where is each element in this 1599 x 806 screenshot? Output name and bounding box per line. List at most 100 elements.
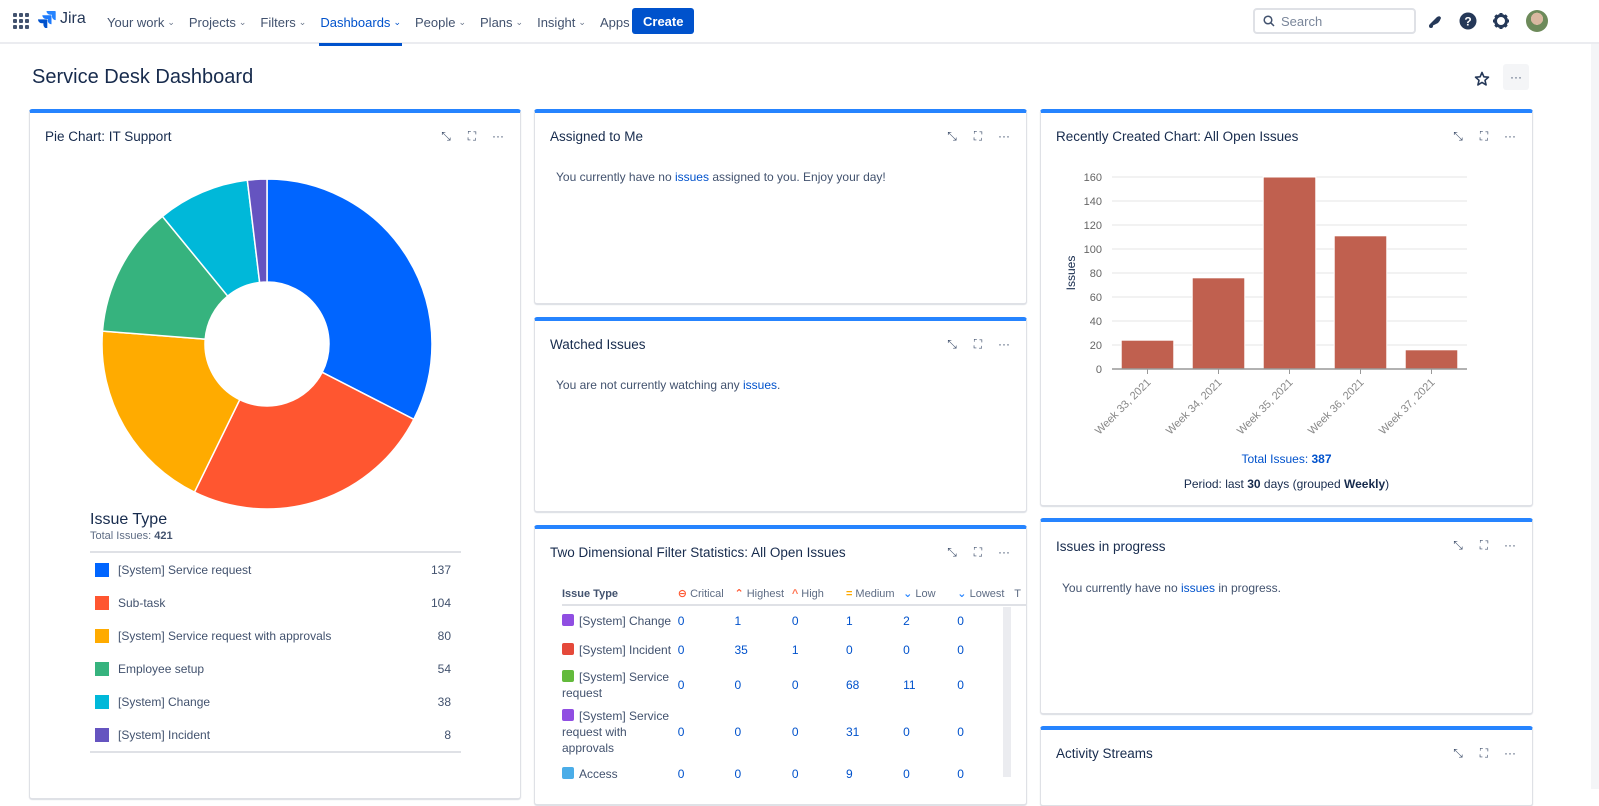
count-cell[interactable]: 1 [734,605,791,635]
count-cell[interactable]: 0 [734,759,791,789]
count-cell[interactable]: 0 [846,635,903,665]
count-cell[interactable]: 0 [792,665,846,705]
issue-type-label[interactable]: [System] Incident [579,643,671,657]
count-cell[interactable]: 31 [846,705,903,759]
search-input[interactable] [1281,13,1401,29]
minimize-icon[interactable]: ⤡ [944,128,960,144]
minimize-icon[interactable]: ⤡ [1450,128,1466,144]
jira-logo[interactable]: Jira [38,10,86,28]
column-header-medium[interactable]: = Medium [845,583,904,606]
count-cell[interactable]: 9 [846,759,903,789]
settings-icon[interactable] [1491,11,1511,31]
minimize-icon[interactable]: ⤡ [944,336,960,352]
bar[interactable] [1404,349,1459,370]
column-header-critical[interactable]: ⊖ Critical [677,583,735,606]
table-row: [System] Service request with approvals 0… [562,705,1026,759]
more-icon[interactable]: ··· [996,544,1012,560]
count-cell[interactable]: 0 [678,705,735,759]
minimize-icon[interactable]: ⤡ [944,544,960,560]
count-cell[interactable]: 11 [903,665,957,705]
expand-icon[interactable]: ⛶ [970,336,986,352]
bar[interactable] [1262,176,1317,370]
chart-total[interactable]: Total Issues: 387 [1041,452,1532,466]
column-header-lowest[interactable]: ⌄ Lowest [957,583,1015,606]
count-cell[interactable]: 2 [903,605,957,635]
count-cell[interactable]: 0 [678,605,735,635]
count-cell[interactable]: 0 [678,635,735,665]
minimize-icon[interactable]: ⤡ [1450,745,1466,761]
column-header-issue-type[interactable]: Issue Type [562,583,678,606]
legend-item[interactable]: [System] Service request 137 [90,553,461,586]
more-icon[interactable]: ··· [996,336,1012,352]
expand-icon[interactable]: ⛶ [970,128,986,144]
notifications-icon[interactable] [1425,11,1445,31]
column-header-t[interactable]: T [1014,583,1026,606]
issues-link[interactable]: issues [675,170,709,184]
pie-slice[interactable] [266,178,433,421]
column-header-highest[interactable]: ⌃ Highest [734,583,792,606]
issues-link[interactable]: issues [743,378,777,392]
count-cell[interactable]: 0 [792,759,846,789]
count-cell[interactable]: 68 [846,665,903,705]
expand-icon[interactable]: ⛶ [1476,537,1492,553]
count-cell[interactable]: 1 [846,605,903,635]
legend-item[interactable]: [System] Change 38 [90,685,461,718]
expand-icon[interactable]: ⛶ [1476,745,1492,761]
search-box[interactable] [1253,8,1416,34]
legend-item[interactable]: [System] Service request with approvals 8… [90,619,461,652]
count-cell[interactable]: 0 [792,705,846,759]
expand-icon[interactable]: ⛶ [970,544,986,560]
column-header-high[interactable]: ^ High [791,583,846,606]
count-cell[interactable]: 0 [678,665,735,705]
table-row: [System] Incident 0 35 1 0 0 0 [562,635,1026,665]
issue-type-label[interactable]: Access [579,767,618,781]
count-cell[interactable]: 0 [903,705,957,759]
legend-item[interactable]: Sub-task 104 [90,586,461,619]
more-icon[interactable]: ··· [1502,537,1518,553]
change-type-icon [562,613,574,626]
count-cell[interactable]: 0 [903,635,957,665]
legend-item[interactable]: [System] Incident 8 [90,718,461,751]
count-cell[interactable]: 0 [903,759,957,789]
count-cell[interactable]: 0 [734,705,791,759]
more-icon[interactable]: ··· [1502,745,1518,761]
minimize-icon[interactable]: ⤡ [1450,537,1466,553]
dashboard-more-button[interactable]: ··· [1503,64,1529,90]
count-cell[interactable]: 0 [734,665,791,705]
gadget-actions: ⤡ ⛶ ··· [1450,537,1518,553]
issue-type-label[interactable]: [System] Change [579,614,671,628]
nav-item-people[interactable]: People ⌄ [408,0,473,44]
expand-icon[interactable]: ⛶ [464,128,480,144]
more-icon[interactable]: ··· [996,128,1012,144]
star-button[interactable] [1471,68,1493,90]
table-scrollbar[interactable] [1003,607,1011,777]
column-header-low[interactable]: ⌄ Low [903,583,958,606]
help-icon[interactable]: ? [1458,11,1478,31]
issue-type-label[interactable]: [System] Service request with approvals [562,709,669,755]
nav-item-your-work[interactable]: Your work ⌄ [100,0,182,44]
count-cell[interactable]: 0 [792,605,846,635]
bar[interactable] [1120,339,1175,370]
app-switcher-icon[interactable] [13,13,29,29]
minimize-icon[interactable]: ⤡ [438,128,454,144]
count-cell[interactable]: 1 [792,635,846,665]
expand-icon[interactable]: ⛶ [1476,128,1492,144]
create-button[interactable]: Create [632,8,695,34]
more-icon[interactable]: ··· [1502,128,1518,144]
nav-item-filters[interactable]: Filters ⌄ [253,0,313,44]
nav-item-dashboards[interactable]: Dashboards ⌄ [313,0,408,46]
more-icon[interactable]: ··· [490,128,506,144]
count-cell[interactable]: 0 [678,759,735,789]
issue-type-label[interactable]: [System] Service request [562,670,669,700]
bar[interactable] [1191,277,1246,370]
count-cell[interactable]: 35 [734,635,791,665]
page-scrollbar[interactable] [1591,44,1599,789]
nav-item-projects[interactable]: Projects ⌄ [182,0,254,44]
legend-item[interactable]: Employee setup 54 [90,652,461,685]
nav-item-insight[interactable]: Insight ⌄ [530,0,593,44]
avatar[interactable] [1526,10,1548,32]
bar[interactable] [1333,235,1388,370]
issues-link[interactable]: issues [1181,581,1215,595]
nav-item-plans[interactable]: Plans ⌄ [473,0,530,44]
y-tick-label: 60 [1090,292,1102,304]
